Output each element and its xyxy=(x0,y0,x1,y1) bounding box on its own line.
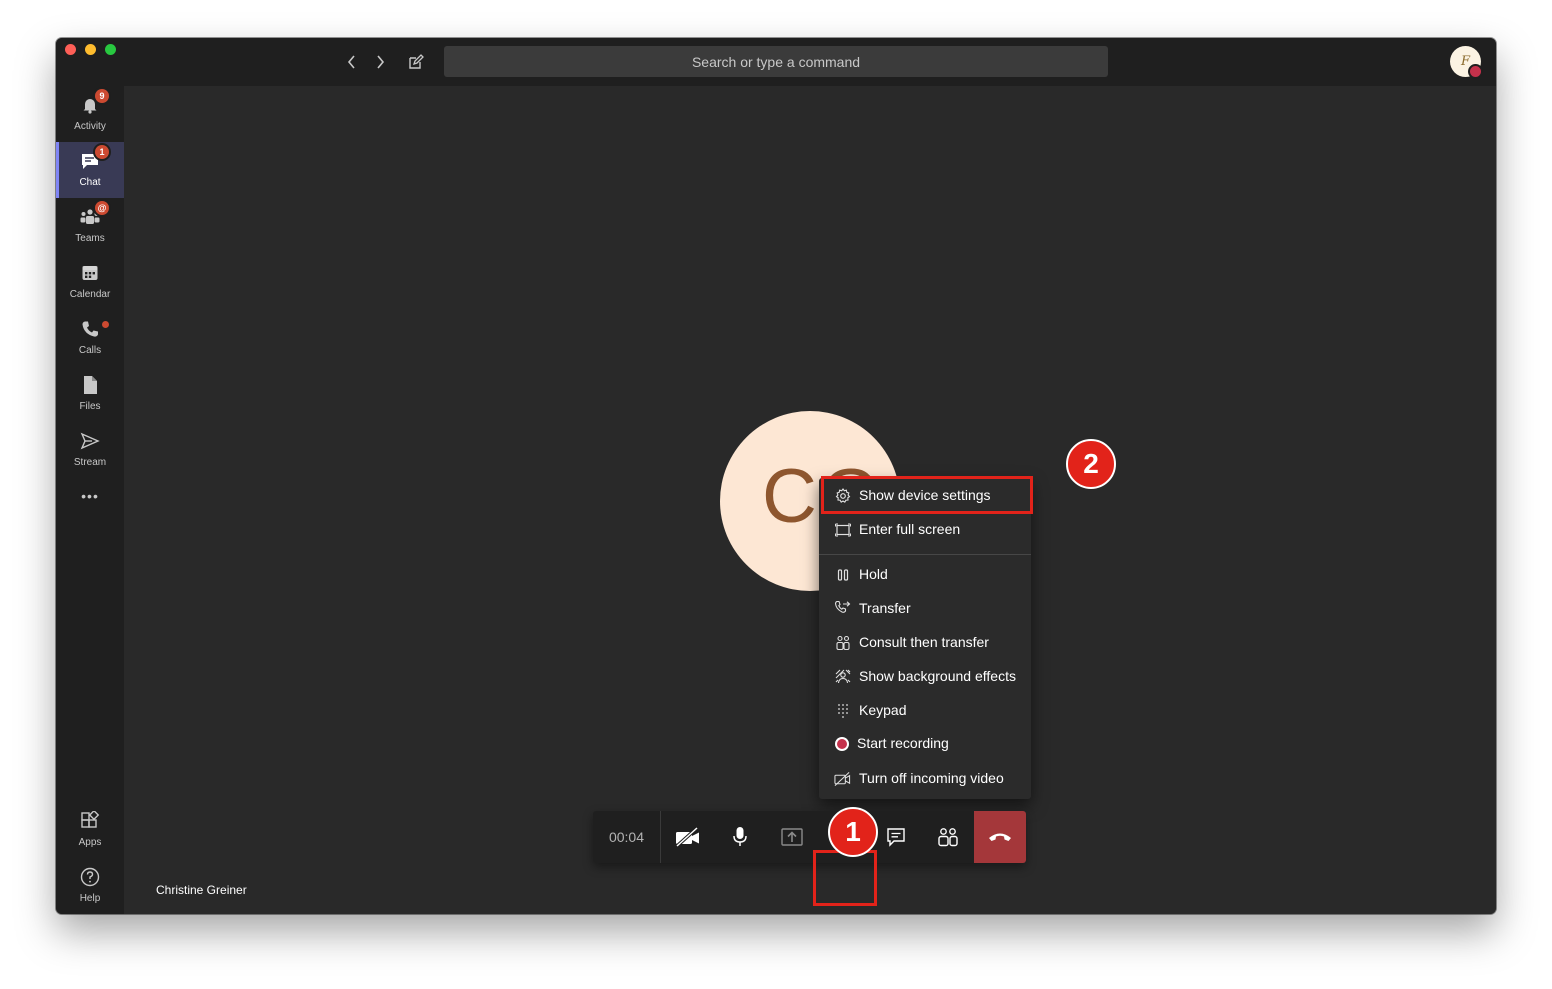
menu-item-label: Show background effects xyxy=(859,668,1016,684)
sidebar-item-teams[interactable]: @ Teams xyxy=(56,198,124,254)
sidebar-item-label: Teams xyxy=(75,233,105,244)
zoom-window-button[interactable] xyxy=(105,44,116,55)
sidebar-item-activity[interactable]: 9 Activity xyxy=(56,86,124,142)
menu-item-label: Turn off incoming video xyxy=(859,770,1004,786)
pause-icon xyxy=(834,566,851,583)
presence-status-icon xyxy=(1468,64,1483,79)
menu-divider xyxy=(819,554,1031,555)
teams-mention-badge: @ xyxy=(95,201,109,215)
compose-icon xyxy=(409,54,424,69)
microphone-icon xyxy=(733,827,747,846)
sidebar-item-label: Help xyxy=(79,893,101,904)
file-icon xyxy=(80,375,100,395)
back-button[interactable] xyxy=(341,52,363,72)
sidebar-item-apps[interactable]: Apps xyxy=(56,802,124,858)
help-icon xyxy=(80,867,100,887)
participants-icon xyxy=(938,828,958,847)
hang-up-button[interactable] xyxy=(974,811,1026,863)
sidebar-item-label: Calls xyxy=(78,345,102,356)
annotation-highlight-device-settings xyxy=(821,476,1033,514)
forward-button[interactable] xyxy=(369,52,391,72)
share-screen-icon xyxy=(781,828,803,846)
show-conversation-button[interactable] xyxy=(870,811,922,863)
menu-item-full-screen[interactable]: Enter full screen xyxy=(819,512,1031,546)
sidebar-item-label: Chat xyxy=(79,177,101,188)
search-placeholder: Search or type a command xyxy=(691,53,861,70)
menu-item-background-effects[interactable]: Show background effects xyxy=(819,659,1031,693)
chevron-right-icon xyxy=(377,55,385,69)
menu-item-label: Transfer xyxy=(859,600,911,616)
activity-badge: 9 xyxy=(95,89,109,103)
consult-icon xyxy=(834,634,851,651)
profile-avatar[interactable]: F xyxy=(1450,46,1483,79)
menu-item-start-recording[interactable]: Start recording xyxy=(819,726,1031,760)
share-screen-button[interactable] xyxy=(766,811,818,863)
call-controls-bar: 00:04 xyxy=(593,811,1026,863)
sidebar-item-files[interactable]: Files xyxy=(56,366,124,422)
more-actions-menu: Show device settings Enter full screen H… xyxy=(819,478,1031,799)
more-apps-icon: ••• xyxy=(81,488,99,504)
menu-item-consult-transfer[interactable]: Consult then transfer xyxy=(819,625,1031,659)
call-timer: 00:04 xyxy=(593,811,661,863)
calls-notification-dot xyxy=(102,321,109,328)
microphone-button[interactable] xyxy=(714,811,766,863)
show-participants-button[interactable] xyxy=(922,811,974,863)
calendar-icon xyxy=(80,263,100,283)
sidebar-item-help[interactable]: Help xyxy=(56,858,124,914)
menu-item-hold[interactable]: Hold xyxy=(819,557,1031,591)
menu-item-label: Start recording xyxy=(857,735,949,751)
sidebar-item-chat[interactable]: 1 Chat xyxy=(56,142,124,198)
chat-icon xyxy=(887,828,905,847)
camera-off-icon xyxy=(675,827,699,847)
sidebar-item-label: Apps xyxy=(78,837,102,848)
sidebar-item-label: Files xyxy=(79,401,101,412)
hang-up-icon xyxy=(989,833,1011,841)
record-icon xyxy=(833,735,850,752)
menu-item-label: Hold xyxy=(859,566,888,582)
transfer-icon xyxy=(834,600,851,617)
stream-icon xyxy=(80,431,100,451)
sidebar-item-label: Activity xyxy=(74,121,106,132)
menu-item-transfer[interactable]: Transfer xyxy=(819,591,1031,625)
sidebar-item-calls[interactable]: Calls xyxy=(56,310,124,366)
sidebar-item-stream[interactable]: Stream xyxy=(56,422,124,478)
new-chat-button[interactable] xyxy=(405,52,427,72)
menu-item-label: Consult then transfer xyxy=(859,634,989,650)
sidebar-item-label: Calendar xyxy=(69,289,111,300)
background-effects-icon xyxy=(834,668,851,685)
annotation-step-2: 2 xyxy=(1066,439,1116,489)
menu-item-label: Keypad xyxy=(859,702,907,718)
sidebar-item-label: Stream xyxy=(73,457,107,468)
app-bar: 9 Activity 1 Chat @ Teams Calendar Calls… xyxy=(56,86,124,914)
menu-item-label: Enter full screen xyxy=(859,521,961,537)
sidebar-item-calendar[interactable]: Calendar xyxy=(56,254,124,310)
close-window-button[interactable] xyxy=(65,44,76,55)
chat-badge: 1 xyxy=(95,145,109,159)
caller-name: Christine Greiner xyxy=(156,883,247,897)
teams-window: Search or type a command F 9 Activity 1 … xyxy=(56,38,1496,914)
menu-item-keypad[interactable]: Keypad xyxy=(819,693,1031,727)
fullscreen-icon xyxy=(834,521,851,538)
search-input[interactable]: Search or type a command xyxy=(444,46,1108,77)
keypad-icon xyxy=(834,702,851,719)
camera-toggle-button[interactable] xyxy=(662,811,714,863)
call-stage: CG Christine Greiner Show device setting… xyxy=(124,86,1496,914)
apps-icon xyxy=(80,811,100,831)
annotation-highlight-more-button xyxy=(813,850,877,906)
title-bar: Search or type a command F xyxy=(56,38,1496,86)
video-off-icon xyxy=(834,770,851,787)
annotation-step-1: 1 xyxy=(828,807,878,857)
menu-item-incoming-video-off[interactable]: Turn off incoming video xyxy=(819,761,1031,795)
minimize-window-button[interactable] xyxy=(85,44,96,55)
sidebar-more-button[interactable]: ••• xyxy=(56,478,124,518)
chevron-left-icon xyxy=(347,55,355,69)
phone-icon xyxy=(80,319,100,339)
